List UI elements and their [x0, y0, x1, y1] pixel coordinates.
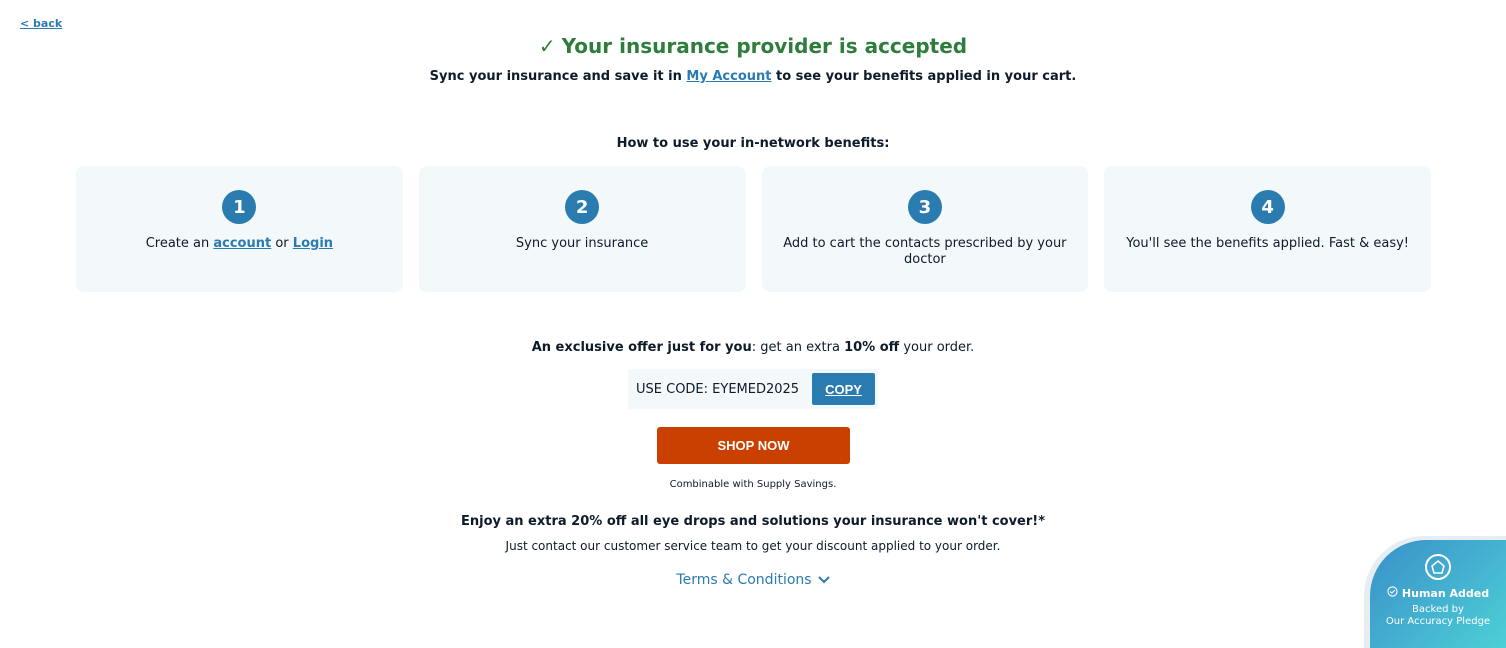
extra-offer-headline: Enjoy an extra 20% off all eye drops and… — [460, 514, 1046, 529]
step-card-2: 2 Sync your insurance — [418, 166, 746, 292]
subtitle-prefix: Sync your insurance and save it in — [429, 69, 687, 84]
step-text-3: Add to cart the contacts prescribed by y… — [783, 236, 1067, 267]
step-text-2: Sync your insurance — [515, 236, 649, 251]
offer-mid: : get an extra — [751, 340, 845, 355]
login-link[interactable]: Login — [293, 236, 333, 251]
step-1-middle: or — [271, 236, 293, 251]
account-link[interactable]: account — [213, 236, 271, 251]
back-link[interactable]: < back — [20, 17, 62, 30]
combinable-note: Combinable with Supply Savings. — [669, 479, 837, 490]
checkmark-icon: ✓ — [538, 34, 556, 58]
step-1-prefix: Create an — [145, 236, 214, 251]
badge-inner: Human Added Backed by Our Accuracy Pledg… — [1370, 540, 1506, 648]
page-title-text: Your insurance provider is accepted — [561, 34, 968, 58]
steps-container: 1 Create an account or Login 2 Sync your… — [76, 166, 1431, 292]
offer-bold-2: 10% off — [844, 340, 900, 355]
step-number-1: 1 — [222, 190, 257, 224]
terms-toggle[interactable]: Terms & Conditions — [0, 572, 1506, 588]
offer-end: your order. — [899, 340, 975, 355]
step-number-4: 4 — [1250, 190, 1285, 224]
step-text-4: You'll see the benefits applied. Fast & … — [1126, 236, 1409, 251]
step-card-4: 4 You'll see the benefits applied. Fast … — [1104, 166, 1431, 292]
subtitle-suffix: to see your benefits applied in your car… — [771, 69, 1077, 84]
badge-title-text: Human Added — [1401, 586, 1490, 600]
check-circle-icon — [1387, 586, 1398, 600]
step-card-1: 1 Create an account or Login — [76, 166, 403, 292]
step-card-3: 3 Add to cart the contacts prescribed by… — [761, 166, 1089, 292]
badge-line-1: Backed by — [1412, 604, 1464, 615]
exclusive-offer-text: An exclusive offer just for you: get an … — [0, 340, 1506, 355]
badge-subtitle: Backed by Our Accuracy Pledge — [1386, 604, 1490, 628]
step-number-3: 3 — [907, 190, 942, 224]
my-account-link[interactable]: My Account — [686, 69, 771, 84]
offer-bold-1: An exclusive offer just for you — [531, 340, 752, 355]
terms-label: Terms & Conditions — [676, 572, 812, 588]
page-subtitle: Sync your insurance and save it in My Ac… — [0, 69, 1506, 84]
promo-code-box: USE CODE: EYEMED2025 COPY — [628, 369, 878, 409]
promo-code-label: USE CODE: EYEMED2025 — [636, 381, 800, 397]
accuracy-badge[interactable]: Human Added Backed by Our Accuracy Pledg… — [1364, 536, 1506, 648]
badge-line-2: Our Accuracy Pledge — [1385, 616, 1491, 627]
badge-title: Human Added — [1387, 586, 1489, 600]
contact-note: Just contact our customer service team t… — [505, 539, 1001, 553]
home-shield-icon — [1425, 554, 1451, 580]
step-number-2: 2 — [565, 190, 600, 224]
steps-title: How to use your in-network benefits: — [616, 136, 890, 151]
shop-now-button[interactable]: SHOP NOW — [657, 427, 850, 464]
copy-code-button[interactable]: COPY — [812, 373, 875, 405]
chevron-down-icon — [817, 572, 830, 588]
page-title: ✓ Your insurance provider is accepted — [0, 34, 1506, 58]
step-text-1: Create an account or Login — [126, 236, 353, 252]
